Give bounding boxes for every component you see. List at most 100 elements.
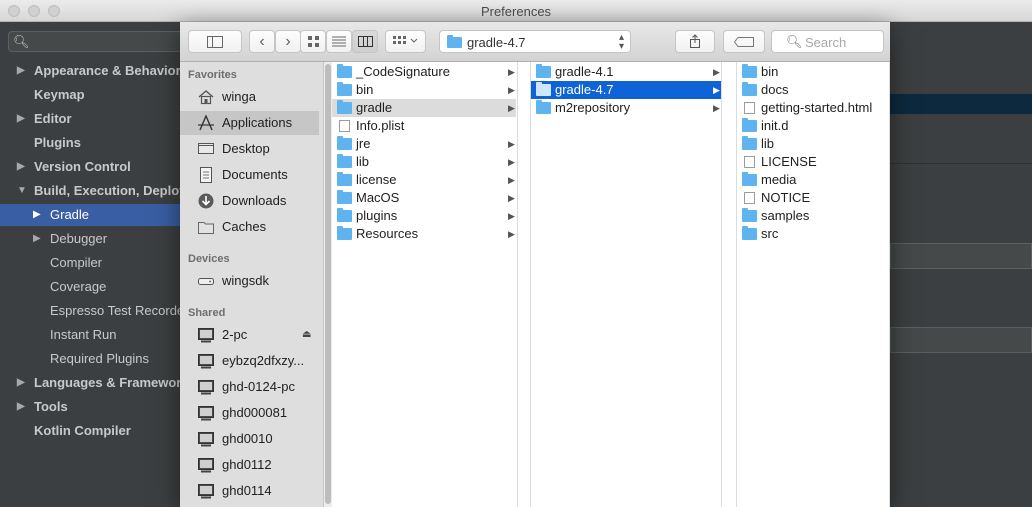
folder-item-lib[interactable]: lib xyxy=(737,135,891,153)
collapsed-arrow-icon[interactable]: ▶ xyxy=(33,228,41,250)
chevron-right-icon: ▶ xyxy=(713,67,720,77)
settings-tree-item-debugger[interactable]: ▶ Debugger xyxy=(0,228,180,250)
sidebar-item-ghd000081[interactable]: ghd000081 xyxy=(180,401,319,425)
collapsed-arrow-icon[interactable]: ▶ xyxy=(17,396,25,418)
expanded-arrow-icon[interactable]: ▼ xyxy=(17,180,27,202)
folder-icon xyxy=(742,208,757,222)
settings-tree-label: Compiler xyxy=(50,255,103,270)
share-button[interactable] xyxy=(675,30,715,53)
tag-button[interactable] xyxy=(723,30,765,53)
collapsed-arrow-icon[interactable]: ▶ xyxy=(33,204,41,226)
folder-icon xyxy=(536,82,551,96)
folder-item-gradle-4-1[interactable]: gradle-4.1 ▶ xyxy=(531,63,721,81)
file-item-license[interactable]: LICENSE xyxy=(737,153,891,171)
folder-item-macos[interactable]: MacOS ▶ xyxy=(332,189,516,207)
sidebar-item-label: winga xyxy=(222,89,256,104)
chevron-right-icon: ▶ xyxy=(508,193,515,203)
sidebar-toggle-button[interactable] xyxy=(188,30,242,53)
favorites-header: Favorites xyxy=(188,69,237,81)
settings-tree-item-coverage[interactable]: Coverage xyxy=(0,276,180,298)
folder-icon xyxy=(337,226,352,240)
settings-tree-item-gradle[interactable]: ▶ Gradle xyxy=(0,204,180,226)
finder-sidebar: Favorites winga Applications Desktop Docume… xyxy=(180,62,324,507)
folder-item-resources[interactable]: Resources ▶ xyxy=(332,225,516,243)
folder-item-plugins[interactable]: plugins ▶ xyxy=(332,207,516,225)
folder-item-bin[interactable]: bin ▶ xyxy=(332,81,516,99)
settings-tree-item-compiler[interactable]: Compiler xyxy=(0,252,180,274)
settings-tree-item-espresso-test-recorder[interactable]: Espresso Test Recorder xyxy=(0,300,180,322)
settings-tree-item-languages-frameworks[interactable]: ▶ Languages & Frameworks xyxy=(0,372,180,394)
sidebar-item-label: Downloads xyxy=(222,193,287,208)
folder-item-src[interactable]: src xyxy=(737,225,891,243)
file-item-getting-started-html[interactable]: getting-started.html xyxy=(737,99,891,117)
collapsed-arrow-icon[interactable]: ▶ xyxy=(17,372,25,394)
settings-tree-item-instant-run[interactable]: Instant Run xyxy=(0,324,180,346)
folder-icon xyxy=(337,100,352,114)
title-bar: Preferences xyxy=(0,0,1032,22)
folder-icon xyxy=(337,82,352,96)
sidebar-item-ghd0010[interactable]: ghd0010 xyxy=(180,427,319,451)
sidebar-item-downloads[interactable]: Downloads xyxy=(180,189,319,213)
sidebar-item-applications[interactable]: Applications xyxy=(180,111,319,135)
settings-tree-item-required-plugins[interactable]: Required Plugins xyxy=(0,348,180,370)
forward-button[interactable]: › xyxy=(275,30,301,53)
settings-tree-label: Appearance & Behavior xyxy=(34,63,180,78)
sidebar-item-ghd-0124-pc[interactable]: ghd-0124-pc xyxy=(180,375,319,399)
settings-tree-label: Languages & Frameworks xyxy=(34,375,180,390)
settings-search-input[interactable]: 🔍︎ xyxy=(8,31,180,52)
folder-item-gradle-4-7[interactable]: gradle-4.7 ▶ xyxy=(531,81,721,99)
folder-item-init-d[interactable]: init.d xyxy=(737,117,891,135)
path-field[interactable] xyxy=(890,243,1032,269)
collapsed-arrow-icon[interactable]: ▶ xyxy=(17,60,25,82)
home-icon xyxy=(197,89,215,105)
browser-column-1: _CodeSignature ▶ bin ▶ gradle ▶ Info.plist jre ▶… xyxy=(332,62,518,507)
arrange-button[interactable] xyxy=(385,30,426,53)
folder-item-bin[interactable]: bin xyxy=(737,63,891,81)
document-icon xyxy=(744,156,755,168)
sidebar-item-wingsdk[interactable]: wingsdk xyxy=(180,269,319,293)
sidebar-item-documents[interactable]: Documents xyxy=(180,163,319,187)
folder-icon xyxy=(337,208,352,222)
settings-tree-item-keymap[interactable]: Keymap xyxy=(0,84,180,106)
sidebar-item-eybzq2dfxzy[interactable]: eybzq2dfxzy... xyxy=(180,349,319,373)
sidebar-item-2-pc[interactable]: 2-pc ⏏ xyxy=(180,323,319,347)
sidebar-item-label: wingsdk xyxy=(222,273,269,288)
folder-item-license[interactable]: license ▶ xyxy=(332,171,516,189)
settings-tree-item-kotlin-compiler[interactable]: Kotlin Compiler xyxy=(0,420,180,442)
folder-item-lib[interactable]: lib ▶ xyxy=(332,153,516,171)
sidebar-item-desktop[interactable]: Desktop xyxy=(180,137,319,161)
finder-search-input[interactable]: 🔍︎ Search xyxy=(771,30,884,53)
folder-item-m2repository[interactable]: m2repository ▶ xyxy=(531,99,721,117)
settings-tree-item-editor[interactable]: ▶ Editor xyxy=(0,108,180,130)
list-view-button[interactable] xyxy=(326,30,352,53)
folder-item-docs[interactable]: docs xyxy=(737,81,891,99)
sidebar-item-winga[interactable]: winga xyxy=(180,85,319,109)
settings-tree-item-tools[interactable]: ▶ Tools xyxy=(0,396,180,418)
collapsed-arrow-icon[interactable]: ▶ xyxy=(17,156,25,178)
file-item-notice[interactable]: NOTICE xyxy=(737,189,891,207)
sidebar-scrollbar[interactable] xyxy=(324,62,332,507)
path-popup[interactable]: gradle-4.7 ▴ ▾ xyxy=(439,30,631,53)
sidebar-item-ghd0114[interactable]: ghd0114 xyxy=(180,479,319,503)
folder-item-media[interactable]: media xyxy=(737,171,891,189)
folder-icon xyxy=(742,118,757,132)
sidebar-item-ghd0112[interactable]: ghd0112 xyxy=(180,453,319,477)
chevron-right-icon: ▶ xyxy=(508,211,515,221)
eject-icon[interactable]: ⏏ xyxy=(302,323,311,347)
sidebar-item-caches[interactable]: Caches xyxy=(180,215,319,239)
column-view-button[interactable] xyxy=(352,30,378,53)
folder-item-samples[interactable]: samples xyxy=(737,207,891,225)
back-button[interactable]: ‹ xyxy=(249,30,275,53)
collapsed-arrow-icon[interactable]: ▶ xyxy=(17,108,25,130)
file-item-info-plist[interactable]: Info.plist xyxy=(332,117,516,135)
settings-tree-item-plugins[interactable]: Plugins xyxy=(0,132,180,154)
path-field-2[interactable] xyxy=(890,327,1032,353)
settings-tree-item-version-control[interactable]: ▶ Version Control xyxy=(0,156,180,178)
folder-item-jre[interactable]: jre ▶ xyxy=(332,135,516,153)
settings-tree-item-build-execution-deployment[interactable]: ▼ Build, Execution, Deployment xyxy=(0,180,180,202)
settings-tree-item-appearance-behavior[interactable]: ▶ Appearance & Behavior xyxy=(0,60,180,82)
folder-item-codesignature[interactable]: _CodeSignature ▶ xyxy=(332,63,516,81)
icon-view-button[interactable] xyxy=(300,30,326,53)
settings-tree-panel: 🔍︎ ▶ Appearance & Behavior Keymap ▶ Editor Pl… xyxy=(0,22,180,507)
folder-item-gradle[interactable]: gradle ▶ xyxy=(332,99,516,117)
